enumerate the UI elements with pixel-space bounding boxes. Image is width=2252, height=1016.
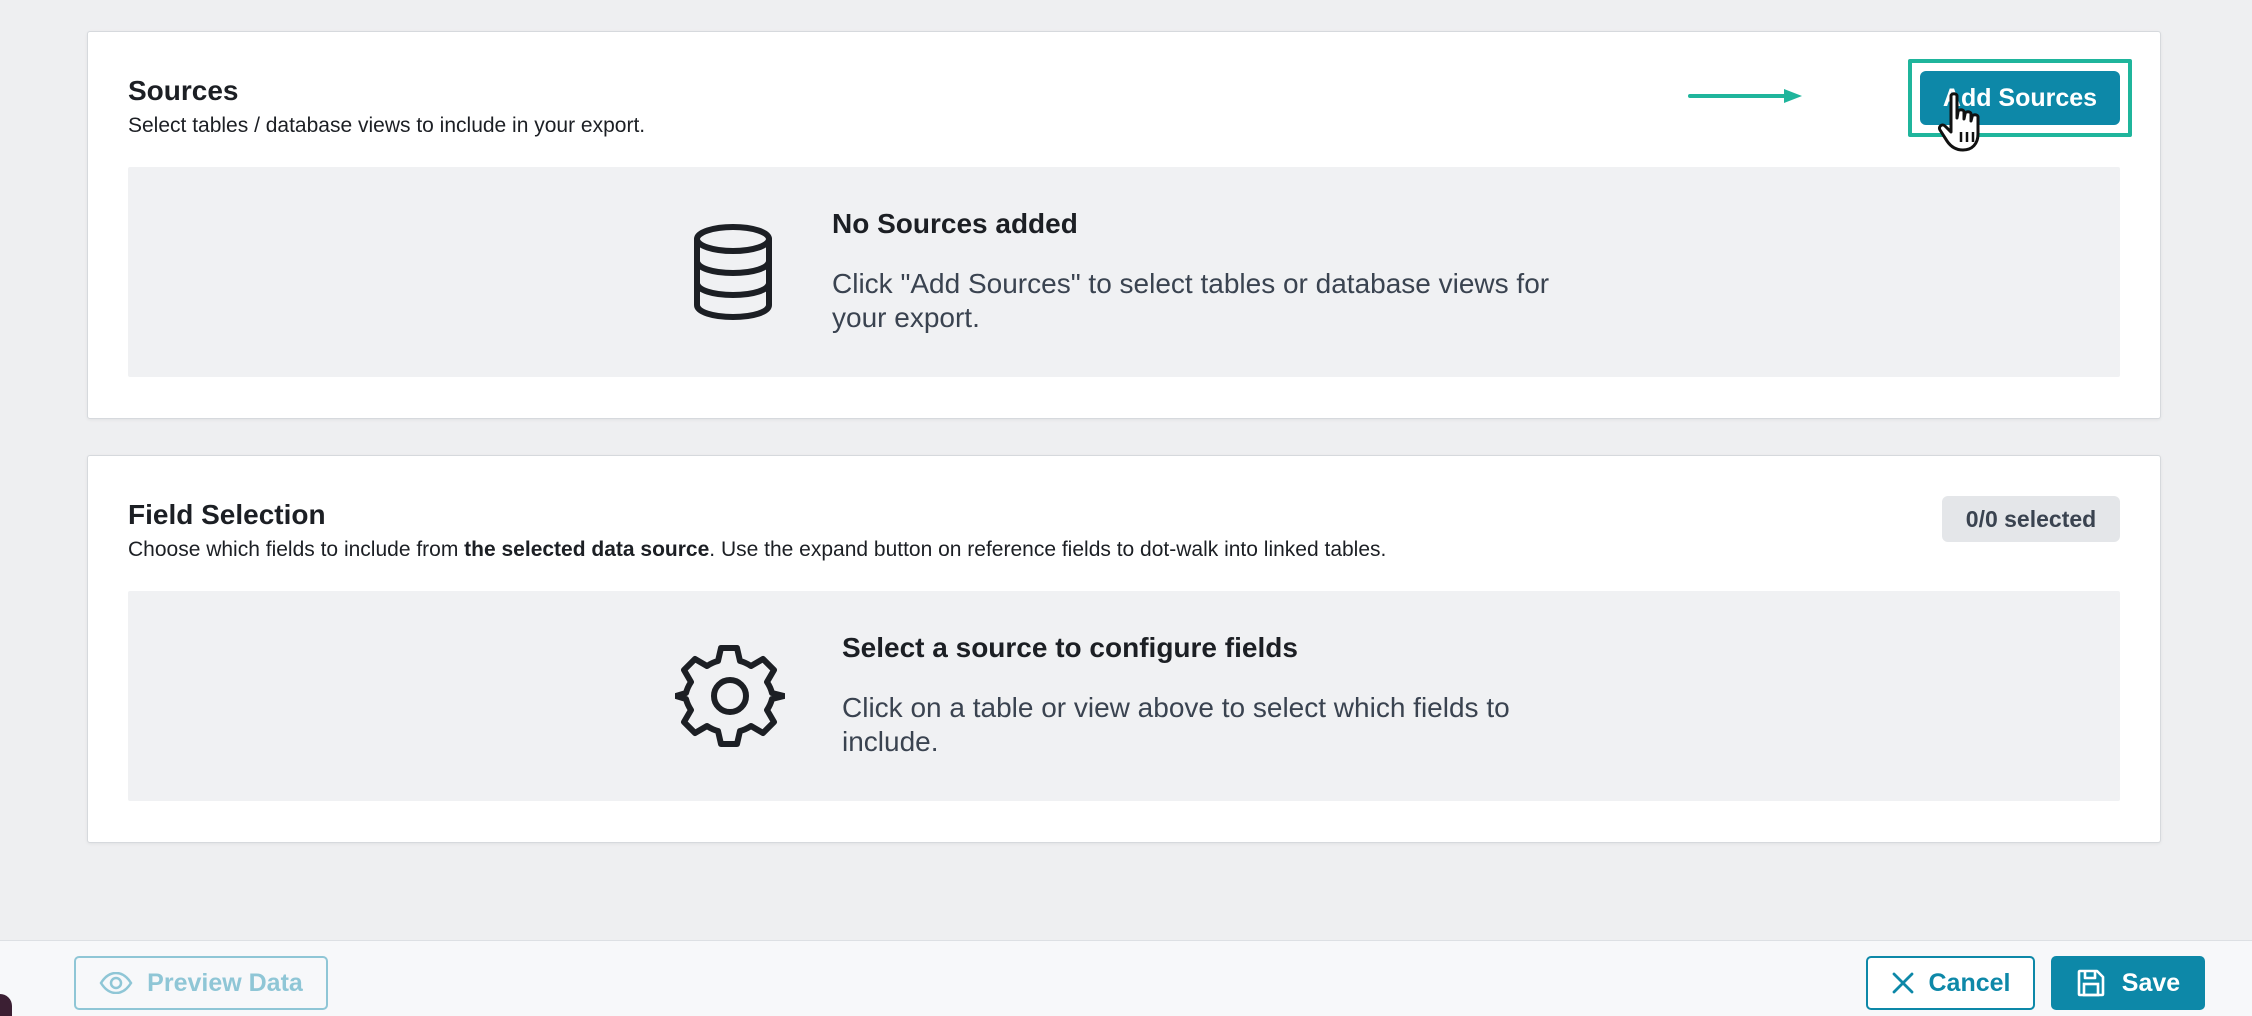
sources-empty-state: No Sources added Click "Add Sources" to … <box>128 167 2120 377</box>
field-selection-subtitle-pre: Choose which fields to include from <box>128 538 465 561</box>
field-selection-subtitle-post: . Use the expand button on reference fie… <box>709 538 1387 561</box>
field-selection-card: Field Selection Choose which fields to i… <box>87 455 2161 843</box>
save-button[interactable]: Save <box>2051 956 2205 1010</box>
hand-cursor-icon <box>1937 92 1989 154</box>
preview-data-button[interactable]: Preview Data <box>74 956 328 1010</box>
field-selection-title: Field Selection <box>128 499 326 530</box>
fields-empty-state: Select a source to configure fields Clic… <box>128 591 2120 801</box>
sources-empty-title: No Sources added <box>832 208 1078 239</box>
gear-icon <box>675 641 785 751</box>
footer-bar: Preview Data Cancel Save <box>0 940 2252 1016</box>
sources-empty-desc: Click "Add Sources" to select tables or … <box>832 268 1550 333</box>
sources-subtitle: Select tables / database views to includ… <box>128 114 646 137</box>
field-selection-subtitle-bold: the selected data source <box>464 538 710 561</box>
annotation-arrow-icon <box>1688 86 1804 106</box>
field-selection-subtitle: Choose which fields to include from the … <box>128 536 1386 564</box>
database-icon <box>678 217 788 327</box>
fields-empty-desc: Click on a table or view above to select… <box>842 692 1510 757</box>
floppy-disk-icon <box>2076 968 2106 998</box>
eye-icon <box>99 972 133 994</box>
fields-empty-title: Select a source to configure fields <box>842 632 1298 663</box>
close-icon <box>1891 971 1915 995</box>
preview-data-label: Preview Data <box>147 968 303 997</box>
selected-count-badge: 0/0 selected <box>1942 496 2120 542</box>
cancel-label: Cancel <box>1928 968 2011 997</box>
export-config-page: Sources Select tables / database views t… <box>0 0 2252 1016</box>
save-label: Save <box>2121 968 2181 997</box>
sources-card: Sources Select tables / database views t… <box>87 31 2161 419</box>
sources-title: Sources <box>128 75 239 106</box>
cancel-button[interactable]: Cancel <box>1866 956 2035 1010</box>
